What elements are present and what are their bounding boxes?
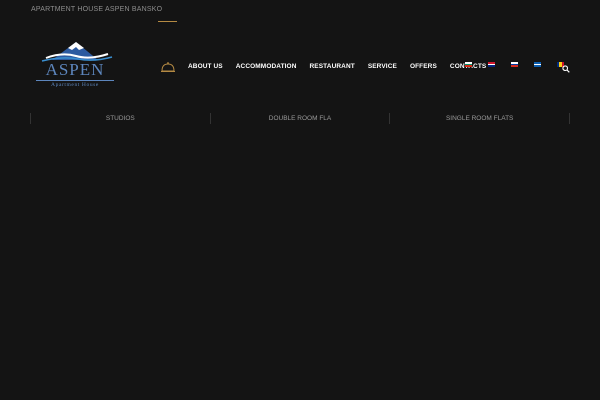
subtab-studios[interactable]: STUDIOS [30, 113, 210, 124]
subtab-single-room-flats[interactable]: SINGLE ROOM FLATS [389, 113, 571, 124]
nav-offers[interactable]: OFFERS [410, 63, 437, 70]
nav-restaurant[interactable]: RESTAURANT [310, 63, 355, 70]
mountain-icon [41, 42, 113, 62]
bulgaria-flag-icon[interactable] [465, 62, 472, 68]
logo-subtitle: Apartment House [36, 80, 114, 88]
nav-accommodation[interactable]: ACCOMMODATION [236, 63, 297, 70]
aspen-logo[interactable]: ASPEN Apartment House [32, 40, 118, 90]
nav-about-us[interactable]: ABOUT US [188, 63, 223, 70]
subtab-double-room-flats[interactable]: DOUBLE ROOM FLA [209, 113, 390, 124]
accommodation-subtabs: STUDIOS DOUBLE ROOM FLA SINGLE ROOM FLAT… [30, 113, 571, 124]
main-nav: ABOUT US ACCOMMODATION RESTAURANT SERVIC… [160, 59, 499, 73]
russia-flag-icon[interactable] [511, 62, 518, 68]
greece-flag-icon[interactable] [534, 62, 541, 68]
reception-bell-icon[interactable] [160, 60, 176, 72]
search-icon[interactable] [562, 60, 570, 73]
accent-line [158, 21, 177, 22]
uk-flag-icon[interactable] [488, 62, 495, 68]
nav-service[interactable]: SERVICE [368, 63, 397, 70]
logo-wordmark: ASPEN [45, 60, 105, 79]
site-tagline: APARTMENT HOUSE ASPEN BANSKO [31, 6, 163, 13]
